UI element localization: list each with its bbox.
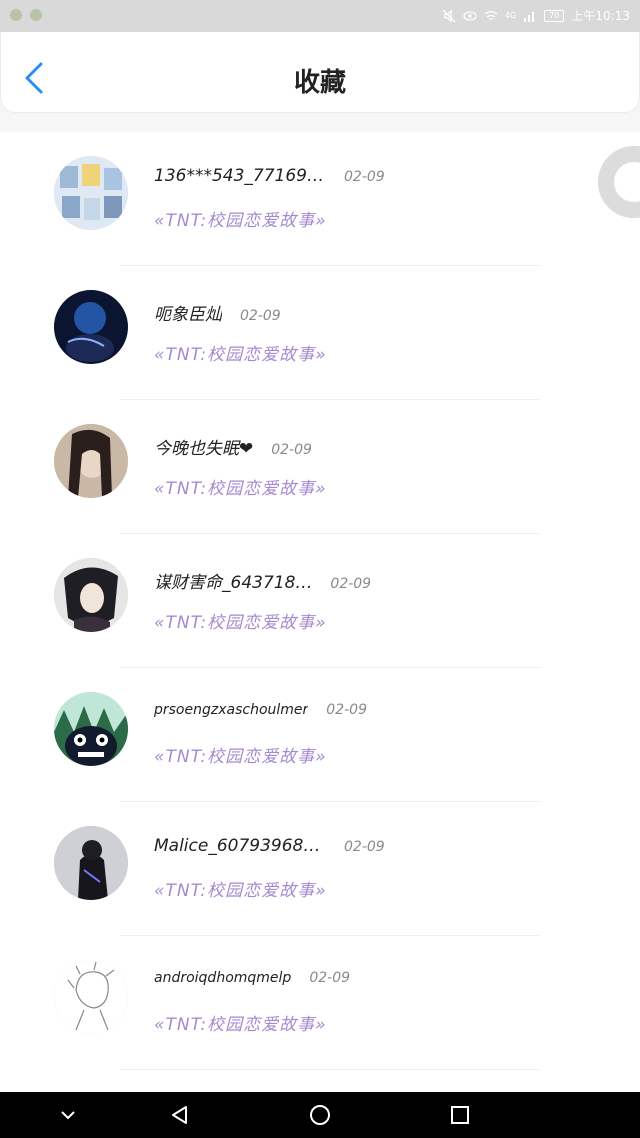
navigation-bar: [0, 1092, 640, 1138]
favorite-item[interactable]: 谋财害命_643718… 02-09 «TNT:校园恋爱故事»: [0, 534, 640, 668]
avatar: [54, 156, 128, 230]
notification-icon: [30, 9, 42, 21]
page-title: 收藏: [293, 68, 346, 98]
avatar: [54, 692, 128, 766]
user-name: 谋财害命_643718…: [154, 573, 313, 593]
favorite-item[interactable]: prsoengzxaschoulmer 02-09 «TNT:校园恋爱故事»: [0, 668, 640, 802]
avatar: [54, 558, 128, 632]
favorite-date: 02-09: [330, 576, 372, 592]
network-type: 4G: [504, 11, 517, 20]
favorite-item[interactable]: 呃象臣灿 02-09 «TNT:校园恋爱故事»: [0, 266, 640, 400]
name-row: 136***543_7716996721 02-09: [154, 166, 385, 186]
status-time: 上午10:13: [571, 9, 630, 23]
favorites-list: 136***543_7716996721 02-09 «TNT:校园恋爱故事» …: [0, 132, 640, 1092]
user-name: 今晚也失眠❤: [154, 439, 254, 459]
status-bar: 4G 70 上午10:13: [0, 0, 640, 32]
story-link[interactable]: «TNT:校园恋爱故事»: [154, 608, 327, 633]
avatar: [54, 290, 128, 364]
user-name: androiqdhomqmelp: [154, 970, 292, 986]
notification-icons: [10, 9, 42, 21]
name-row: prsoengzxaschoulmer 02-09: [154, 702, 367, 718]
favorite-date: 02-09: [271, 442, 312, 458]
favorite-item[interactable]: 136***543_7716996721 02-09 «TNT:校园恋爱故事»: [0, 132, 640, 266]
status-indicators: 4G 70 上午10:13: [442, 7, 630, 24]
notification-icon: [10, 9, 22, 21]
name-row: androiqdhomqmelp 02-09: [154, 970, 350, 986]
battery-icon: 70: [544, 9, 565, 22]
name-row: 谋财害命_643718… 02-09: [154, 568, 371, 593]
signal-icon: [524, 11, 535, 22]
story-link[interactable]: «TNT:校园恋爱故事»: [154, 1010, 327, 1035]
favorite-item[interactable]: 今晚也失眠❤ 02-09 «TNT:校园恋爱故事»: [0, 400, 640, 534]
story-link[interactable]: «TNT:校园恋爱故事»: [154, 742, 327, 767]
story-link[interactable]: «TNT:校园恋爱故事»: [154, 206, 327, 231]
story-link[interactable]: «TNT:校园恋爱故事»: [154, 474, 327, 499]
chevron-down-icon[interactable]: [56, 1103, 80, 1127]
user-name: 136***543_7716996721: [154, 166, 326, 186]
back-triangle-icon[interactable]: [168, 1103, 192, 1127]
name-row: 今晚也失眠❤ 02-09: [154, 434, 312, 459]
favorite-item[interactable]: Malice_6079396841713 02-09 «TNT:校园恋爱故事»: [0, 802, 640, 936]
name-row: Malice_6079396841713 02-09: [154, 836, 385, 856]
favorite-date: 02-09: [309, 970, 351, 986]
mute-icon: [442, 8, 456, 23]
user-name: 呃象臣灿: [154, 305, 222, 325]
avatar: [54, 960, 128, 1034]
user-name: Malice_6079396841713: [154, 836, 326, 856]
divider: [120, 1069, 540, 1070]
avatar: [54, 826, 128, 900]
user-name: prsoengzxaschoulmer: [154, 702, 309, 718]
recent-square-icon[interactable]: [448, 1103, 472, 1127]
story-link[interactable]: «TNT:校园恋爱故事»: [154, 876, 327, 901]
favorite-item[interactable]: androiqdhomqmelp 02-09 «TNT:校园恋爱故事»: [0, 936, 640, 1070]
favorite-date: 02-09: [344, 169, 385, 185]
favorite-date: 02-09: [326, 702, 367, 718]
home-circle-icon[interactable]: [308, 1103, 332, 1127]
avatar: [54, 424, 128, 498]
favorite-date: 02-09: [240, 308, 281, 324]
header: 收藏: [0, 32, 640, 113]
favorite-date: 02-09: [344, 839, 385, 855]
wifi-icon: [484, 10, 498, 20]
story-link[interactable]: «TNT:校园恋爱故事»: [154, 340, 327, 365]
eye-icon: [463, 10, 477, 21]
name-row: 呃象臣灿 02-09: [154, 300, 281, 325]
